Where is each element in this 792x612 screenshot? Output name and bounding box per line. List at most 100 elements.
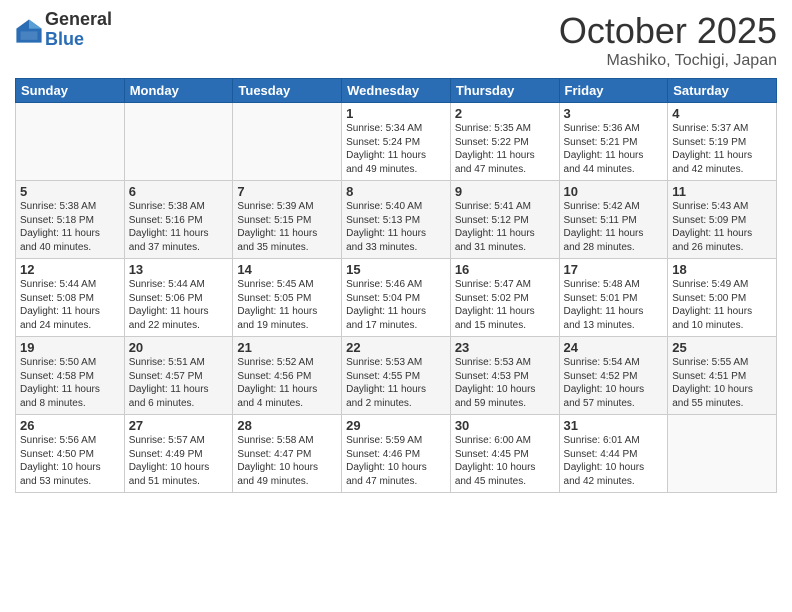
cell-content: Sunrise: 5:54 AM Sunset: 4:52 PM Dayligh… bbox=[564, 356, 664, 410]
cell-content: Sunrise: 5:50 AM Sunset: 4:58 PM Dayligh… bbox=[20, 356, 120, 410]
calendar-cell: 10Sunrise: 5:42 AM Sunset: 5:11 PM Dayli… bbox=[559, 181, 668, 259]
calendar-cell: 5Sunrise: 5:38 AM Sunset: 5:18 PM Daylig… bbox=[16, 181, 125, 259]
calendar-cell bbox=[233, 103, 342, 181]
day-number: 3 bbox=[564, 106, 664, 121]
calendar-cell: 18Sunrise: 5:49 AM Sunset: 5:00 PM Dayli… bbox=[668, 259, 777, 337]
calendar-cell: 13Sunrise: 5:44 AM Sunset: 5:06 PM Dayli… bbox=[124, 259, 233, 337]
calendar-cell: 29Sunrise: 5:59 AM Sunset: 4:46 PM Dayli… bbox=[342, 415, 451, 493]
cell-content: Sunrise: 5:37 AM Sunset: 5:19 PM Dayligh… bbox=[672, 122, 772, 176]
cell-content: Sunrise: 5:36 AM Sunset: 5:21 PM Dayligh… bbox=[564, 122, 664, 176]
page-container: General Blue October 2025 Mashiko, Tochi… bbox=[0, 0, 792, 498]
calendar-cell: 25Sunrise: 5:55 AM Sunset: 4:51 PM Dayli… bbox=[668, 337, 777, 415]
cell-content: Sunrise: 5:39 AM Sunset: 5:15 PM Dayligh… bbox=[237, 200, 337, 254]
logo-general: General bbox=[45, 10, 112, 30]
calendar-cell: 16Sunrise: 5:47 AM Sunset: 5:02 PM Dayli… bbox=[450, 259, 559, 337]
logo: General Blue bbox=[15, 10, 112, 50]
day-number: 5 bbox=[20, 184, 120, 199]
cell-content: Sunrise: 5:49 AM Sunset: 5:00 PM Dayligh… bbox=[672, 278, 772, 332]
cell-content: Sunrise: 5:52 AM Sunset: 4:56 PM Dayligh… bbox=[237, 356, 337, 410]
calendar-cell: 27Sunrise: 5:57 AM Sunset: 4:49 PM Dayli… bbox=[124, 415, 233, 493]
day-number: 15 bbox=[346, 262, 446, 277]
logo-blue: Blue bbox=[45, 30, 112, 50]
cell-content: Sunrise: 5:43 AM Sunset: 5:09 PM Dayligh… bbox=[672, 200, 772, 254]
cell-content: Sunrise: 5:45 AM Sunset: 5:05 PM Dayligh… bbox=[237, 278, 337, 332]
day-number: 11 bbox=[672, 184, 772, 199]
calendar-body: 1Sunrise: 5:34 AM Sunset: 5:24 PM Daylig… bbox=[16, 103, 777, 493]
calendar-cell: 22Sunrise: 5:53 AM Sunset: 4:55 PM Dayli… bbox=[342, 337, 451, 415]
day-number: 12 bbox=[20, 262, 120, 277]
calendar-cell: 14Sunrise: 5:45 AM Sunset: 5:05 PM Dayli… bbox=[233, 259, 342, 337]
calendar-cell: 2Sunrise: 5:35 AM Sunset: 5:22 PM Daylig… bbox=[450, 103, 559, 181]
day-number: 7 bbox=[237, 184, 337, 199]
day-number: 16 bbox=[455, 262, 555, 277]
day-number: 4 bbox=[672, 106, 772, 121]
cell-content: Sunrise: 5:44 AM Sunset: 5:06 PM Dayligh… bbox=[129, 278, 229, 332]
cell-content: Sunrise: 5:59 AM Sunset: 4:46 PM Dayligh… bbox=[346, 434, 446, 488]
month-title: October 2025 bbox=[559, 10, 777, 52]
calendar-cell: 11Sunrise: 5:43 AM Sunset: 5:09 PM Dayli… bbox=[668, 181, 777, 259]
day-header-friday: Friday bbox=[559, 79, 668, 103]
cell-content: Sunrise: 5:53 AM Sunset: 4:55 PM Dayligh… bbox=[346, 356, 446, 410]
cell-content: Sunrise: 5:48 AM Sunset: 5:01 PM Dayligh… bbox=[564, 278, 664, 332]
location: Mashiko, Tochigi, Japan bbox=[559, 52, 777, 70]
calendar-cell: 3Sunrise: 5:36 AM Sunset: 5:21 PM Daylig… bbox=[559, 103, 668, 181]
calendar-week-1: 1Sunrise: 5:34 AM Sunset: 5:24 PM Daylig… bbox=[16, 103, 777, 181]
day-number: 24 bbox=[564, 340, 664, 355]
day-number: 6 bbox=[129, 184, 229, 199]
calendar-week-3: 12Sunrise: 5:44 AM Sunset: 5:08 PM Dayli… bbox=[16, 259, 777, 337]
day-number: 30 bbox=[455, 418, 555, 433]
cell-content: Sunrise: 5:46 AM Sunset: 5:04 PM Dayligh… bbox=[346, 278, 446, 332]
calendar-cell: 26Sunrise: 5:56 AM Sunset: 4:50 PM Dayli… bbox=[16, 415, 125, 493]
day-number: 31 bbox=[564, 418, 664, 433]
calendar-cell: 17Sunrise: 5:48 AM Sunset: 5:01 PM Dayli… bbox=[559, 259, 668, 337]
calendar-table: SundayMondayTuesdayWednesdayThursdayFrid… bbox=[15, 78, 777, 493]
day-number: 1 bbox=[346, 106, 446, 121]
calendar-cell bbox=[668, 415, 777, 493]
cell-content: Sunrise: 5:57 AM Sunset: 4:49 PM Dayligh… bbox=[129, 434, 229, 488]
cell-content: Sunrise: 6:00 AM Sunset: 4:45 PM Dayligh… bbox=[455, 434, 555, 488]
day-header-monday: Monday bbox=[124, 79, 233, 103]
cell-content: Sunrise: 5:42 AM Sunset: 5:11 PM Dayligh… bbox=[564, 200, 664, 254]
day-number: 8 bbox=[346, 184, 446, 199]
header-row: SundayMondayTuesdayWednesdayThursdayFrid… bbox=[16, 79, 777, 103]
calendar-cell: 31Sunrise: 6:01 AM Sunset: 4:44 PM Dayli… bbox=[559, 415, 668, 493]
day-number: 26 bbox=[20, 418, 120, 433]
calendar-cell: 12Sunrise: 5:44 AM Sunset: 5:08 PM Dayli… bbox=[16, 259, 125, 337]
header: General Blue October 2025 Mashiko, Tochi… bbox=[15, 10, 777, 70]
cell-content: Sunrise: 5:58 AM Sunset: 4:47 PM Dayligh… bbox=[237, 434, 337, 488]
cell-content: Sunrise: 5:40 AM Sunset: 5:13 PM Dayligh… bbox=[346, 200, 446, 254]
cell-content: Sunrise: 5:55 AM Sunset: 4:51 PM Dayligh… bbox=[672, 356, 772, 410]
day-number: 21 bbox=[237, 340, 337, 355]
day-number: 10 bbox=[564, 184, 664, 199]
cell-content: Sunrise: 5:34 AM Sunset: 5:24 PM Dayligh… bbox=[346, 122, 446, 176]
calendar-cell: 30Sunrise: 6:00 AM Sunset: 4:45 PM Dayli… bbox=[450, 415, 559, 493]
day-header-sunday: Sunday bbox=[16, 79, 125, 103]
calendar-cell: 1Sunrise: 5:34 AM Sunset: 5:24 PM Daylig… bbox=[342, 103, 451, 181]
day-number: 17 bbox=[564, 262, 664, 277]
calendar-cell bbox=[16, 103, 125, 181]
calendar-cell: 19Sunrise: 5:50 AM Sunset: 4:58 PM Dayli… bbox=[16, 337, 125, 415]
day-number: 27 bbox=[129, 418, 229, 433]
day-number: 23 bbox=[455, 340, 555, 355]
day-number: 9 bbox=[455, 184, 555, 199]
day-number: 19 bbox=[20, 340, 120, 355]
day-number: 28 bbox=[237, 418, 337, 433]
cell-content: Sunrise: 5:56 AM Sunset: 4:50 PM Dayligh… bbox=[20, 434, 120, 488]
cell-content: Sunrise: 5:44 AM Sunset: 5:08 PM Dayligh… bbox=[20, 278, 120, 332]
cell-content: Sunrise: 5:47 AM Sunset: 5:02 PM Dayligh… bbox=[455, 278, 555, 332]
calendar-header: SundayMondayTuesdayWednesdayThursdayFrid… bbox=[16, 79, 777, 103]
cell-content: Sunrise: 5:38 AM Sunset: 5:16 PM Dayligh… bbox=[129, 200, 229, 254]
calendar-cell: 7Sunrise: 5:39 AM Sunset: 5:15 PM Daylig… bbox=[233, 181, 342, 259]
calendar-cell: 28Sunrise: 5:58 AM Sunset: 4:47 PM Dayli… bbox=[233, 415, 342, 493]
calendar-cell: 23Sunrise: 5:53 AM Sunset: 4:53 PM Dayli… bbox=[450, 337, 559, 415]
logo-text: General Blue bbox=[45, 10, 112, 50]
logo-icon bbox=[15, 16, 43, 44]
day-number: 20 bbox=[129, 340, 229, 355]
day-header-tuesday: Tuesday bbox=[233, 79, 342, 103]
day-header-wednesday: Wednesday bbox=[342, 79, 451, 103]
day-number: 18 bbox=[672, 262, 772, 277]
calendar-week-2: 5Sunrise: 5:38 AM Sunset: 5:18 PM Daylig… bbox=[16, 181, 777, 259]
calendar-cell: 20Sunrise: 5:51 AM Sunset: 4:57 PM Dayli… bbox=[124, 337, 233, 415]
cell-content: Sunrise: 5:41 AM Sunset: 5:12 PM Dayligh… bbox=[455, 200, 555, 254]
calendar-cell: 24Sunrise: 5:54 AM Sunset: 4:52 PM Dayli… bbox=[559, 337, 668, 415]
